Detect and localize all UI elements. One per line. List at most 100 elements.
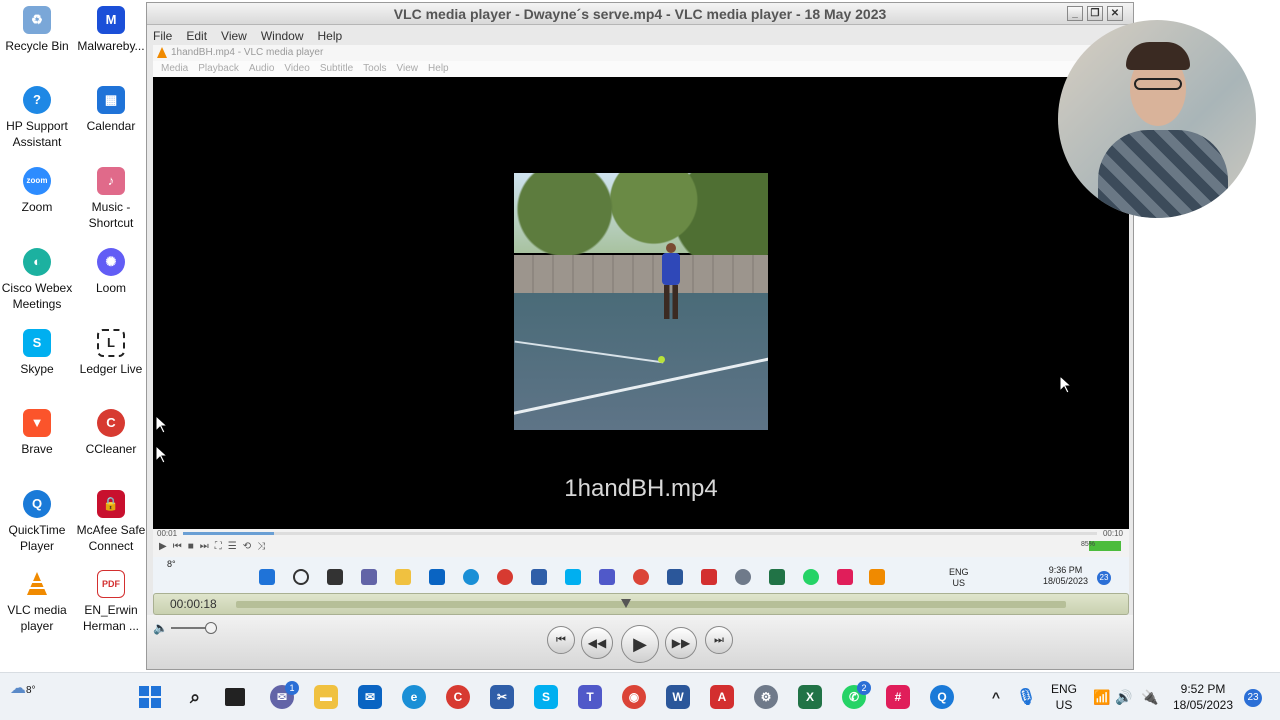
slack-icon: [837, 569, 853, 585]
mail-button[interactable]: ✉: [358, 685, 382, 709]
acrobat-icon: A: [717, 690, 727, 704]
inner-total-time: 00:10: [1102, 529, 1123, 538]
mouse-cursor-icon: [1060, 376, 1071, 393]
acrobat-button[interactable]: A: [710, 685, 734, 709]
clock[interactable]: 9:52 PM 18/05/2023: [1168, 681, 1238, 713]
inner-menu-view: View: [396, 63, 419, 74]
volume-button[interactable]: 🔊: [1112, 685, 1136, 709]
weather-widget[interactable]: ☁8°: [10, 681, 36, 699]
acrobat-icon: [701, 569, 717, 585]
desktop-icon-recycle-bin[interactable]: ♻ Recycle Bin: [0, 6, 74, 54]
file-explorer-button[interactable]: ▬: [314, 685, 338, 709]
volume-knob[interactable]: [205, 622, 217, 634]
desktop-icon-malwarebytes[interactable]: M Malwareby...: [74, 6, 148, 54]
start-button[interactable]: [138, 685, 162, 709]
desktop-icon-skype[interactable]: S Skype: [0, 329, 74, 377]
task-view-button[interactable]: [225, 688, 245, 706]
play-button[interactable]: ▶: [621, 625, 659, 663]
player-legs: [664, 285, 678, 319]
teams-button[interactable]: T: [578, 685, 602, 709]
tennis-ball: [658, 356, 665, 363]
word-icon: [667, 569, 683, 585]
chrome-button[interactable]: ◉: [622, 685, 646, 709]
inner-clock: 9:36 PM 18/05/2023: [1043, 565, 1088, 587]
close-button[interactable]: ✕: [1107, 6, 1123, 21]
desktop-icon-hp-support[interactable]: ? HP Support Assistant: [0, 86, 74, 150]
battery-button[interactable]: 🔌: [1138, 685, 1162, 709]
menu-view[interactable]: View: [219, 27, 249, 45]
search-icon: [293, 569, 309, 585]
desktop-icon-ccleaner[interactable]: C CCleaner: [74, 409, 148, 457]
word-icon: W: [672, 690, 684, 704]
skip-back-button[interactable]: ⏮: [547, 626, 575, 654]
menu-help[interactable]: Help: [316, 27, 345, 45]
timeline-bar[interactable]: 00:00:18: [153, 593, 1129, 615]
settings-icon: ☰: [227, 541, 237, 552]
wifi-button[interactable]: 📶: [1090, 685, 1114, 709]
settings-button[interactable]: ⚙: [754, 685, 778, 709]
mouse-cursor-icon: [156, 446, 167, 463]
mcafee-icon: 🔒: [97, 490, 125, 518]
show-hidden-icons-button[interactable]: ^: [984, 685, 1008, 709]
desktop-icon-loom[interactable]: ✺ Loom: [74, 248, 148, 296]
playhead-marker[interactable]: [621, 599, 632, 608]
search-button[interactable]: ⌕: [183, 685, 207, 709]
word-button[interactable]: W: [666, 685, 690, 709]
microphone-icon: 🎙: [1015, 689, 1037, 706]
minimize-button[interactable]: _: [1067, 6, 1083, 21]
desktop-icon-webex[interactable]: ◐ Cisco Webex Meetings: [0, 248, 74, 312]
rewind-button[interactable]: ◀◀: [581, 627, 613, 659]
inner-clock-time: 9:36 PM: [1048, 565, 1083, 575]
quicktime-button[interactable]: Q: [930, 685, 954, 709]
gear-icon: ⚙: [760, 690, 772, 704]
skype-icon: [565, 569, 581, 585]
notification-badge[interactable]: 23: [1244, 689, 1262, 707]
mail-icon: [429, 569, 445, 585]
desktop-icon-zoom[interactable]: zoom Zoom: [0, 167, 74, 215]
rewind-icon: ◀◀: [587, 636, 607, 650]
microphone-button[interactable]: 🎙: [1014, 685, 1038, 709]
webcam-overlay: [1058, 20, 1256, 218]
teams-icon: T: [586, 690, 594, 704]
menu-edit[interactable]: Edit: [184, 27, 209, 45]
ccleaner-button[interactable]: C: [446, 685, 470, 709]
desktop-icon-quicktime[interactable]: Q QuickTime Player: [0, 490, 74, 554]
excel-icon: [769, 569, 785, 585]
volume-control: 🔈: [153, 619, 233, 637]
window-title: VLC media player - Dwayne´s serve.mp4 - …: [393, 6, 887, 22]
language-indicator[interactable]: ENG US: [1044, 681, 1084, 713]
desktop-icon-music[interactable]: ♪ Music - Shortcut: [74, 167, 148, 231]
excel-button[interactable]: X: [798, 685, 822, 709]
video-trees: [514, 173, 768, 263]
restore-button[interactable]: ❐: [1087, 6, 1103, 21]
desktop-icon-ledger[interactable]: L Ledger Live: [74, 329, 148, 377]
desktop-icon-calendar[interactable]: ▦ Calendar: [74, 86, 148, 134]
snipping-icon: ✂: [496, 690, 508, 704]
search-icon: ⌕: [189, 686, 201, 707]
inner-seek-fill: [183, 532, 275, 535]
desktop-icon-pdf[interactable]: PDF EN_Erwin Herman ...: [74, 570, 148, 634]
menu-file[interactable]: File: [151, 27, 174, 45]
inner-region-code: US: [952, 578, 966, 588]
menu-window[interactable]: Window: [259, 27, 306, 45]
edge-button[interactable]: e: [402, 685, 426, 709]
skype-button[interactable]: S: [534, 685, 558, 709]
inner-lang: ENG US: [949, 567, 969, 589]
webcam-person-hair: [1126, 42, 1190, 70]
weather-temp: 8°: [26, 685, 36, 696]
skip-forward-button[interactable]: ⏭: [705, 626, 733, 654]
desktop-icon-vlc[interactable]: VLC media player: [0, 570, 74, 634]
fast-forward-button[interactable]: ▶▶: [665, 627, 697, 659]
desktop-icon-mcafee[interactable]: 🔒 McAfee Safe Connect: [74, 490, 148, 554]
snipping-tool-button[interactable]: ✂: [490, 685, 514, 709]
vlc-titlebar[interactable]: VLC media player - Dwayne´s serve.mp4 - …: [147, 3, 1133, 25]
region-code: US: [1055, 698, 1073, 712]
skip-forward-icon: ⏭: [714, 633, 724, 646]
music-folder-icon: ♪: [97, 167, 125, 195]
windows-icon: [259, 569, 275, 585]
slack-button[interactable]: #: [886, 685, 910, 709]
desktop-icon-brave[interactable]: ▼ Brave: [0, 409, 74, 457]
clock-time: 9:52 PM: [1180, 682, 1226, 696]
file-explorer-icon: [395, 569, 411, 585]
timeline-track[interactable]: [236, 599, 1066, 608]
